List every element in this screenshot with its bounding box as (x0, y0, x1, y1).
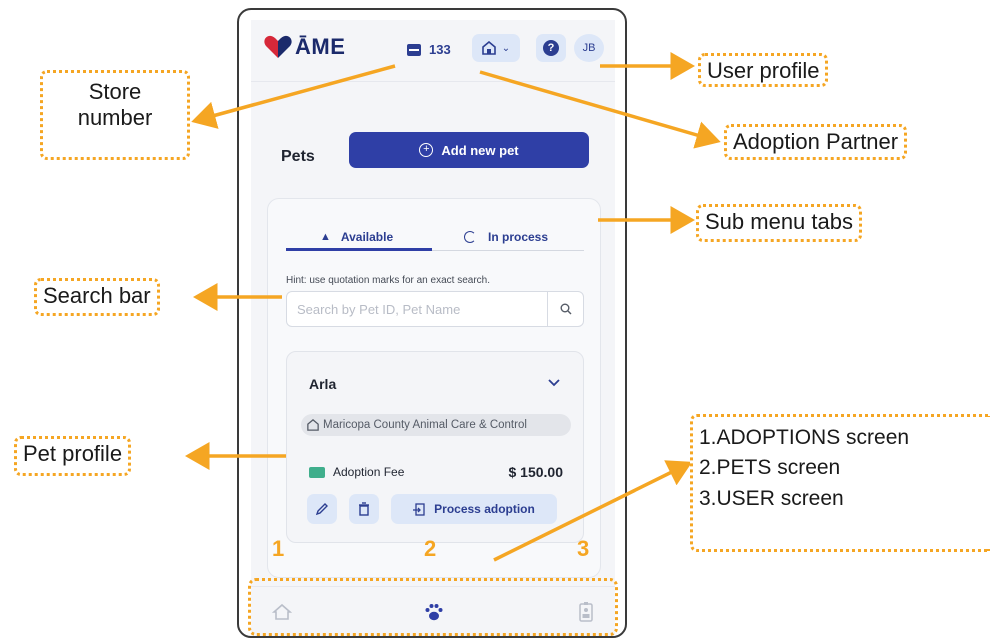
search-icon (560, 303, 571, 315)
store-number-callout: Store number (40, 70, 190, 160)
process-adoption-button[interactable]: Process adoption (391, 494, 557, 524)
help-icon: ? (543, 40, 559, 56)
store-icon (407, 43, 421, 56)
trash-icon (359, 502, 369, 516)
adoption-partner-button[interactable]: ⌄ (472, 34, 520, 62)
store-callout-line1: Store (88, 79, 142, 104)
adoption-fee-value: $ 150.00 (508, 464, 564, 480)
chevron-down-icon[interactable] (547, 376, 561, 390)
adoption-partner-callout: Adoption Partner (724, 124, 908, 160)
tab-available[interactable]: ▲ Available (320, 223, 393, 251)
screens-line-2: 2.PETS screen (699, 456, 841, 480)
store-number[interactable]: 133 (407, 42, 451, 57)
bottom-nav-highlight (248, 578, 618, 636)
nav-number-3: 3 (577, 536, 590, 561)
progress-ring-icon (464, 231, 476, 243)
adoption-fee-label: Adoption Fee (333, 465, 405, 479)
shelter-name: Maricopa County Animal Care & Control (323, 419, 527, 431)
active-tab-indicator (286, 248, 432, 251)
store-callout-line2: number (77, 105, 153, 131)
sub-menu-tabs-callout: Sub menu tabs (696, 204, 862, 242)
edit-button[interactable] (307, 494, 337, 524)
user-profile-callout: User profile (698, 53, 829, 87)
pet-profile-card[interactable]: Arla Maricopa County Animal Care & Contr… (286, 351, 584, 543)
delete-button[interactable] (349, 494, 379, 524)
search-input[interactable] (287, 292, 545, 326)
sub-menu-tabs: ▲ Available In process (286, 219, 584, 251)
page-title: Pets (281, 148, 315, 165)
tab-available-label: Available (340, 230, 394, 244)
heart-logo-icon (264, 35, 292, 58)
tab-in-process[interactable]: In process (464, 223, 548, 251)
screens-callout: 1.ADOPTIONS screen 2.PETS screen 3.USER … (690, 414, 990, 552)
store-number-value: 133 (429, 42, 451, 57)
document-arrow-icon (413, 502, 425, 516)
logo-text: ĀME (295, 34, 346, 59)
pet-name: Arla (309, 376, 337, 392)
paw-icon: ▲ (320, 231, 331, 243)
help-button[interactable]: ? (536, 34, 566, 62)
nav-number-1: 1 (272, 536, 285, 561)
app-logo[interactable]: ĀME (263, 34, 345, 60)
user-avatar[interactable]: JB (574, 34, 604, 62)
search-hint: Hint: use quotation marks for an exact s… (286, 275, 490, 286)
add-new-pet-button[interactable]: + Add new pet (349, 132, 589, 168)
money-icon (309, 466, 325, 478)
pencil-icon (315, 503, 328, 516)
tab-in-process-label: In process (488, 230, 549, 244)
top-bar: ĀME 133 ⌄ ? JB (251, 20, 615, 82)
search-bar (286, 291, 584, 327)
shelter-house-icon (307, 419, 319, 431)
chevron-down-icon: ⌄ (501, 42, 511, 54)
plus-circle-icon: + (419, 143, 434, 157)
nav-number-2: 2 (424, 536, 437, 561)
pets-panel: ▲ Available In process Hint: use quotati… (267, 198, 601, 578)
pet-profile-callout: Pet profile (14, 436, 132, 476)
adoption-fee-row: Adoption Fee $ 150.00 (309, 462, 563, 482)
add-new-pet-label: Add new pet (441, 142, 519, 158)
screens-line-3: 3.USER screen (699, 486, 844, 510)
shelter-house-icon (481, 41, 496, 55)
screens-line-1: 1.ADOPTIONS screen (699, 426, 910, 449)
search-bar-callout: Search bar (34, 278, 160, 316)
shelter-chip: Maricopa County Animal Care & Control (301, 414, 571, 436)
search-button[interactable] (547, 292, 583, 326)
process-adoption-label: Process adoption (434, 502, 535, 516)
